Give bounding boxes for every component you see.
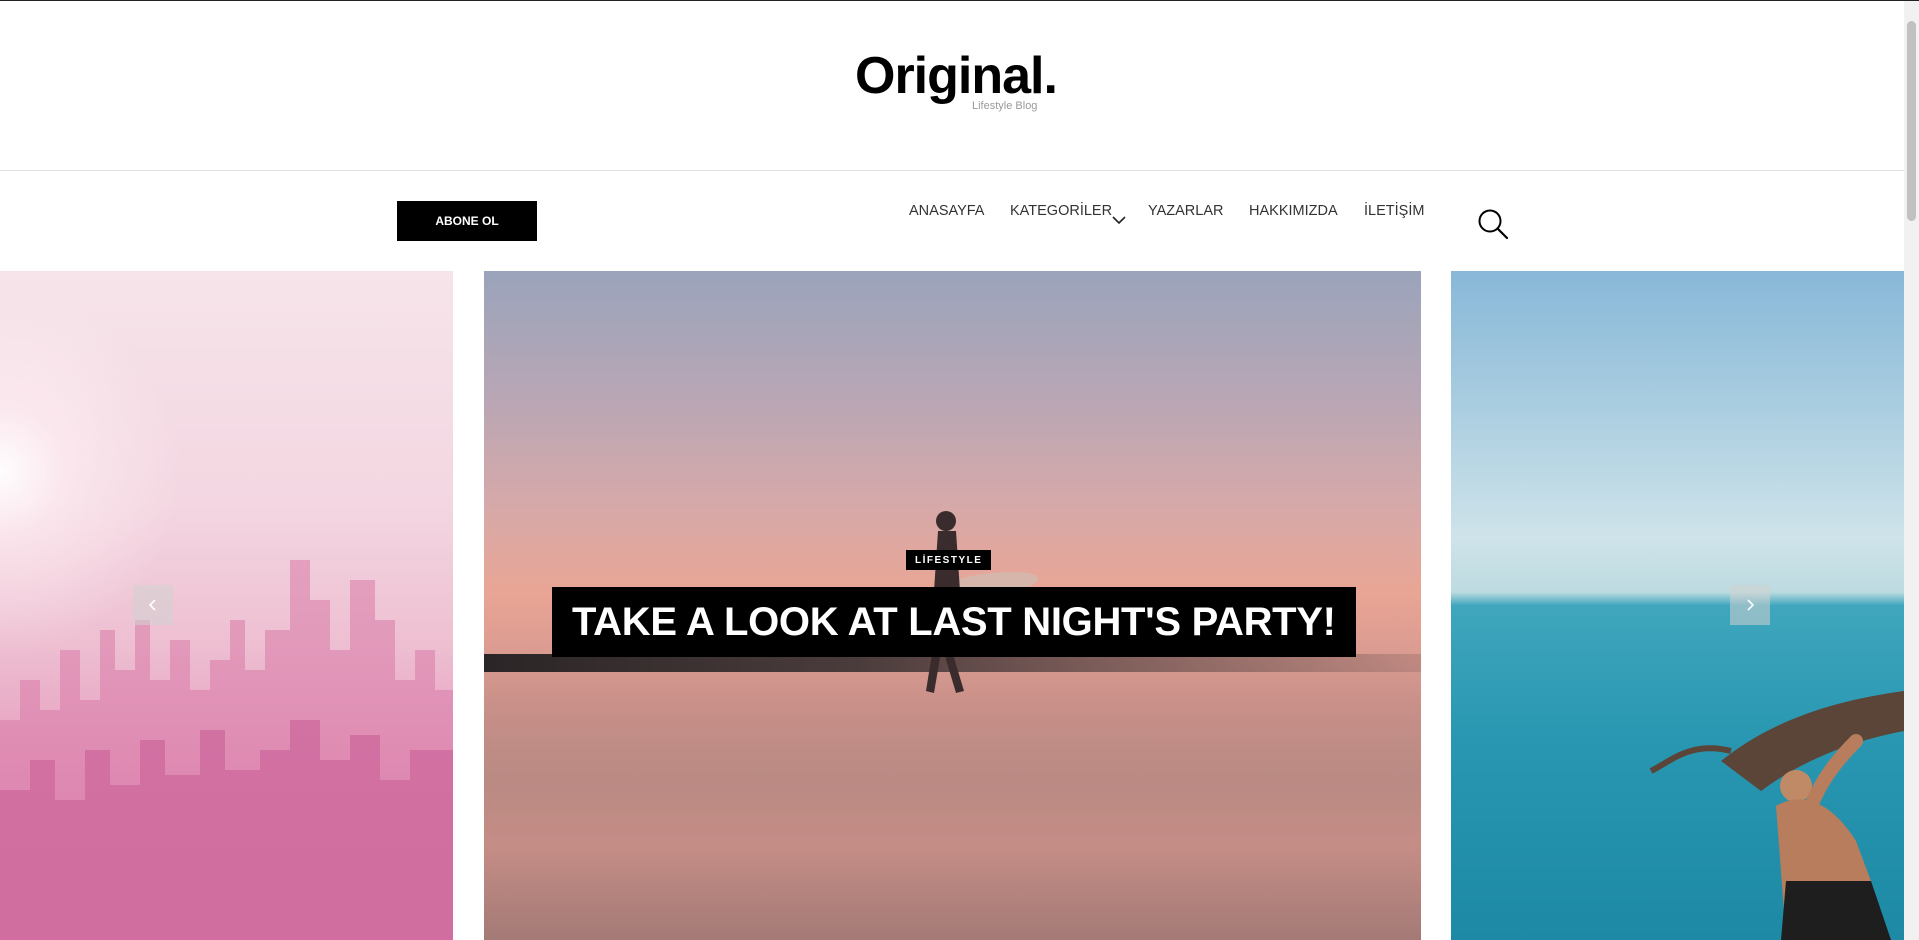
climber-tree-image bbox=[1649, 691, 1904, 940]
nav-item-contact[interactable]: İLETİŞİM bbox=[1364, 204, 1424, 219]
category-badge[interactable]: LİFESTYLE bbox=[906, 550, 992, 570]
chevron-right-icon bbox=[1747, 599, 1755, 611]
slide-title[interactable]: TAKE A LOOK AT LAST NIGHT'S PARTY! bbox=[552, 587, 1356, 657]
slide-prev-image[interactable] bbox=[0, 271, 453, 940]
main-navigation: ABONE OL ANASAYFA KATEGORİLER YAZARLAR H… bbox=[0, 171, 1904, 271]
site-tagline: Lifestyle Blog bbox=[972, 100, 1038, 112]
nav-item-about[interactable]: HAKKIMIZDA bbox=[1249, 204, 1338, 219]
scrollbar-thumb[interactable] bbox=[1907, 21, 1916, 221]
slider-next-button[interactable] bbox=[1730, 585, 1770, 625]
page-scrollbar[interactable] bbox=[1904, 1, 1919, 940]
slider-prev-button[interactable] bbox=[133, 585, 173, 625]
site-logo[interactable]: Original. bbox=[855, 50, 1058, 102]
nav-item-authors[interactable]: YAZARLAR bbox=[1148, 204, 1223, 219]
city-skyline-image bbox=[0, 560, 453, 940]
slide-next-image[interactable] bbox=[1451, 271, 1904, 940]
site-header: Original. Lifestyle Blog bbox=[0, 1, 1904, 171]
chevron-left-icon bbox=[148, 599, 156, 611]
chevron-down-icon[interactable] bbox=[1112, 215, 1126, 225]
nav-item-home[interactable]: ANASAYFA bbox=[909, 204, 984, 219]
search-icon[interactable] bbox=[1476, 207, 1510, 241]
nav-item-categories[interactable]: KATEGORİLER bbox=[1010, 204, 1112, 219]
subscribe-button[interactable]: ABONE OL bbox=[397, 201, 537, 241]
